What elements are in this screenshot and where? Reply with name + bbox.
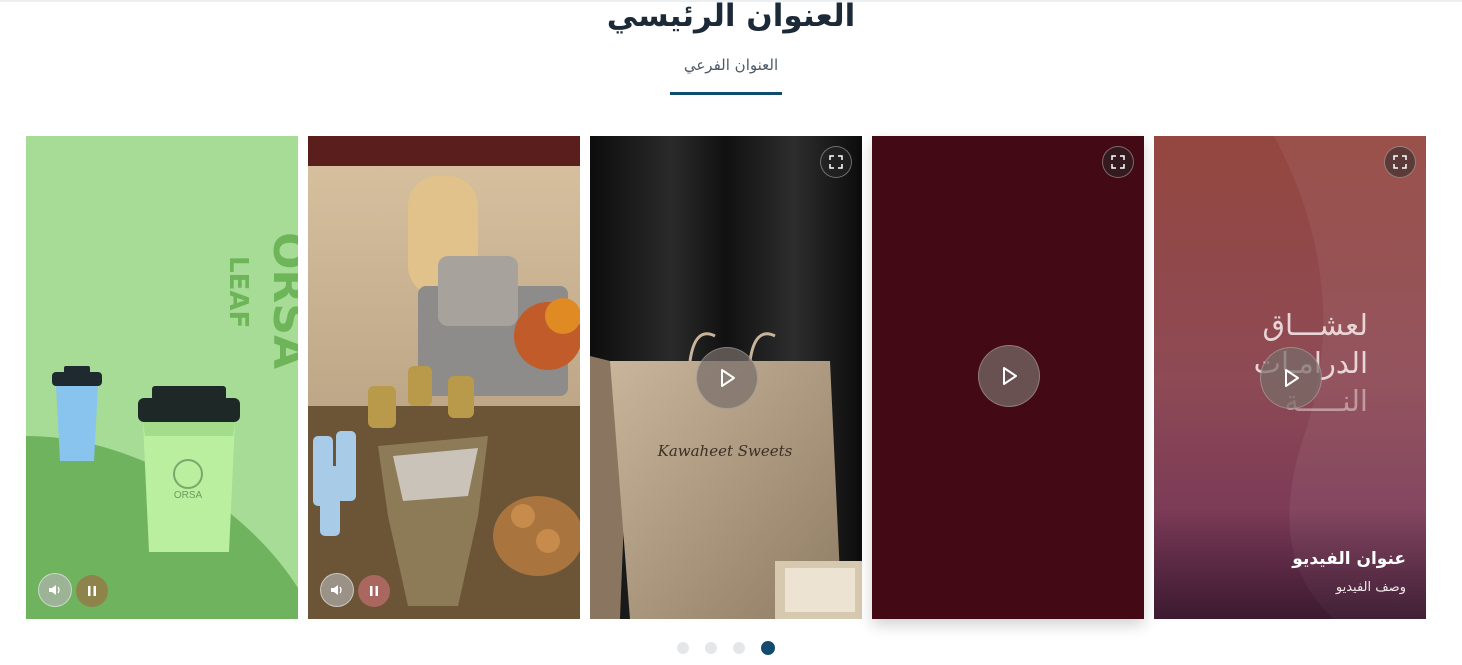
green-cup: ORSA [138,386,240,552]
sound-toggle-button[interactable] [320,573,354,607]
video-description: وصف الفيديو [1335,580,1406,595]
fullscreen-button[interactable] [820,146,852,178]
play-button[interactable] [1260,347,1322,409]
section-title: العنوان الرئيسي [606,0,856,34]
play-icon [1003,367,1017,385]
section-subtitle: العنوان الفرعي [683,56,779,74]
pagination-dot-active[interactable] [761,641,775,655]
sound-toggle-button[interactable] [38,573,72,607]
pause-button[interactable] [76,575,108,607]
pause-icon [370,586,378,596]
pagination-dot[interactable] [733,642,745,654]
video-card-maroon[interactable] [872,136,1144,619]
cup-logo-text: ORSA [174,490,203,501]
pagination-dot[interactable] [677,642,689,654]
carousel-pagination [677,641,775,655]
fullscreen-icon [829,155,843,169]
play-button[interactable] [696,347,758,409]
video-thumbnail [308,136,580,619]
video-thumbnail: ORSA ORSA LEAF [26,136,298,619]
pagination-dot[interactable] [705,642,717,654]
blue-cup [52,366,102,461]
play-icon [721,369,735,387]
poster-line: لعشـــاق [1262,308,1368,342]
fullscreen-button[interactable] [1102,146,1134,178]
speaker-icon [331,585,342,595]
video-card-orsa[interactable]: ORSA ORSA LEAF [26,136,298,619]
bag-script-text: Kawaheet Sweets [657,442,793,460]
video-card-poster[interactable]: لعشـــاق الدرامـات النـــــة عنوان الفيد… [1154,136,1426,619]
play-button[interactable] [978,345,1040,407]
title-underline [670,92,782,95]
fullscreen-button[interactable] [1384,146,1416,178]
play-icon [1285,369,1299,387]
pause-button[interactable] [358,575,390,607]
leaf-brand-text: LEAF [223,256,253,328]
video-card-majlis[interactable] [308,136,580,619]
video-title: عنوان الفيديو [1292,549,1406,569]
orsa-brand-text: ORSA [263,232,298,369]
fullscreen-icon [1393,155,1407,169]
video-card-gift-bag[interactable]: Kawaheet Sweets [590,136,862,619]
speaker-icon [49,585,60,595]
fullscreen-icon [1111,155,1125,169]
pause-icon [88,586,96,596]
